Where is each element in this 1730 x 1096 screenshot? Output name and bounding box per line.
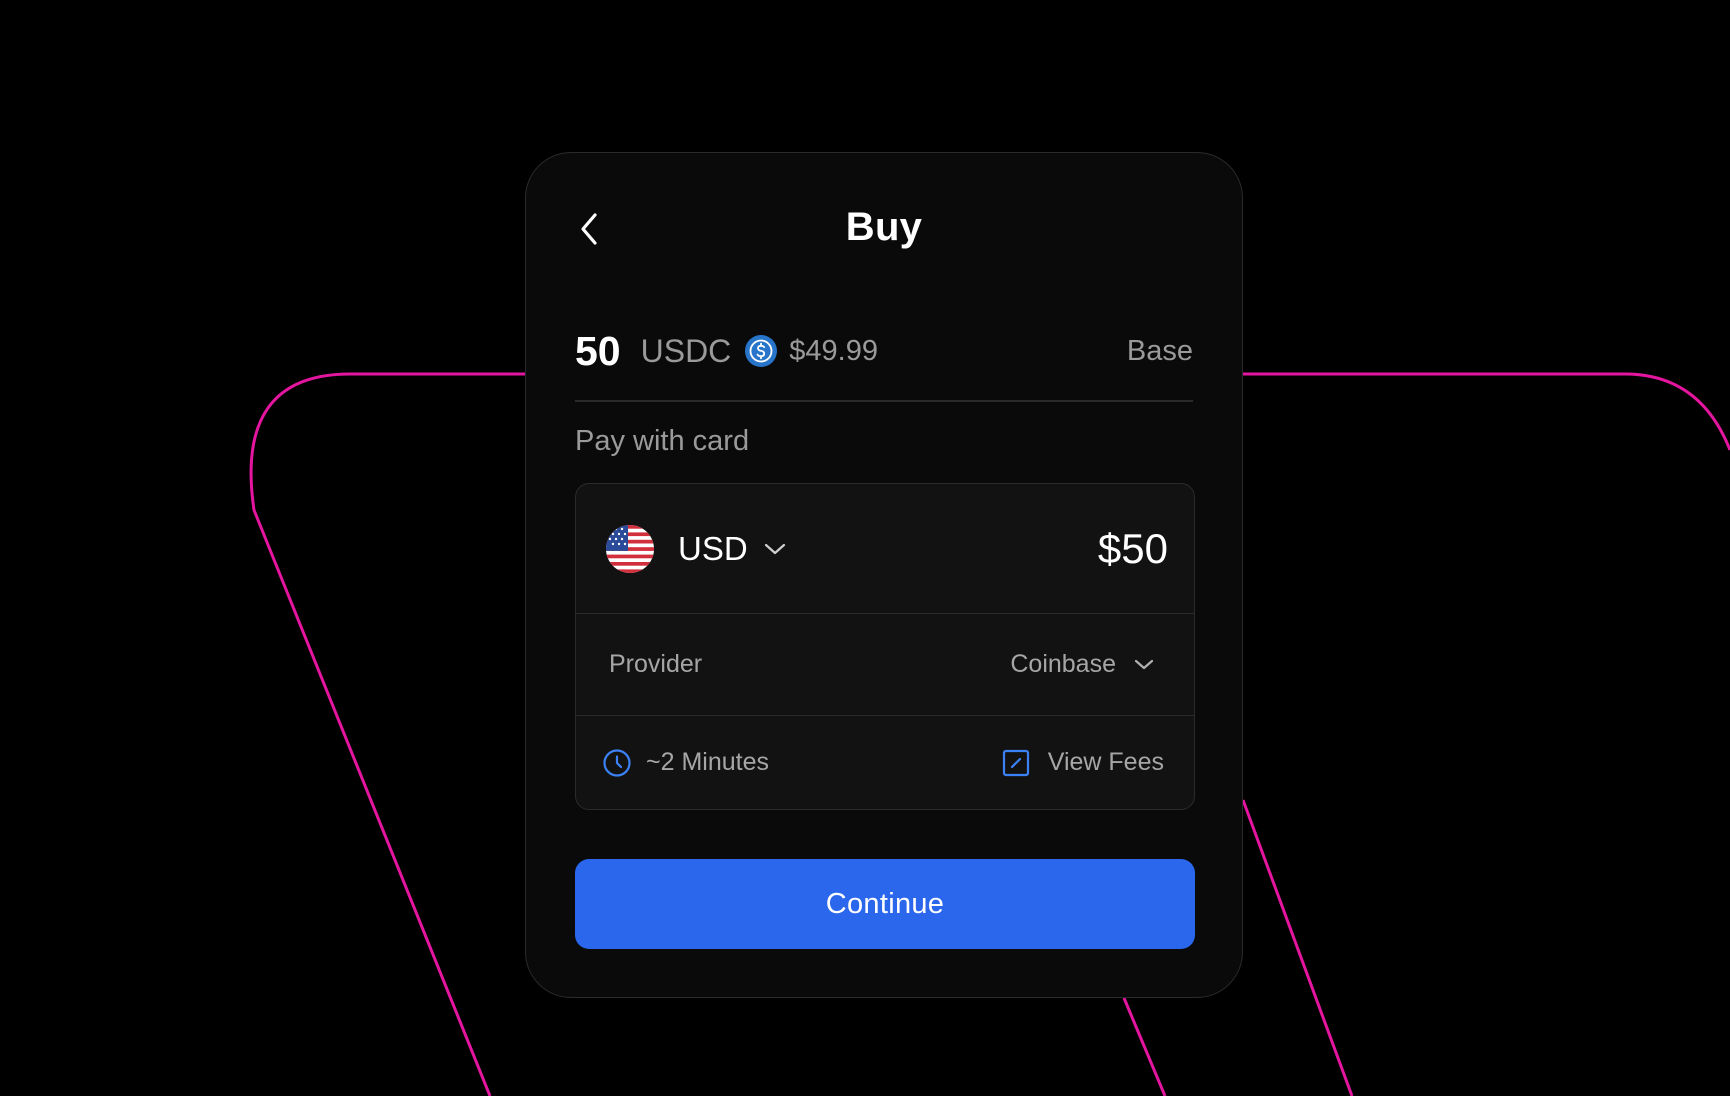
currency-code: USD [678, 529, 748, 567]
view-fees-label: View Fees [1047, 748, 1164, 776]
provider-value: Coinbase [1010, 650, 1116, 678]
fiat-equivalent: $49.99 [789, 334, 878, 367]
clock-icon [603, 748, 631, 777]
chevron-down-icon [764, 543, 785, 554]
usdc-coin-icon [745, 335, 778, 367]
info-row: ~2 Minutes View Fees [576, 716, 1194, 809]
token-symbol: USDC [640, 332, 732, 369]
page-title: Buy [845, 205, 923, 249]
token-amount: 50 [575, 327, 621, 374]
continue-button[interactable]: Continue [575, 859, 1195, 949]
provider-label: Provider [609, 650, 703, 678]
chevron-down-icon [1134, 659, 1154, 670]
pay-with-card-label: Pay with card [575, 425, 750, 457]
currency-selector[interactable]: USD [678, 530, 786, 568]
purchase-summary: 50 USDC $49.99 Base [575, 321, 1193, 381]
buy-dialog: Buy 50 USDC $49.99 Base Pay with card US… [525, 152, 1243, 998]
provider-selector[interactable]: Coinbase [1010, 650, 1154, 679]
view-fees-link[interactable]: View Fees [1002, 748, 1164, 777]
currency-row: USD $50 [576, 484, 1194, 614]
payment-details-box: USD $50 Provider Coinbase ~2 Minutes Vie… [575, 483, 1195, 810]
provider-row: Provider Coinbase [576, 614, 1194, 716]
fiat-amount-input[interactable]: $50 [1098, 525, 1168, 573]
external-link-box-icon [1002, 749, 1029, 776]
divider [575, 400, 1193, 402]
us-flag-icon [606, 524, 654, 573]
network-label: Base [1126, 334, 1193, 367]
estimated-time: ~2 Minutes [646, 748, 769, 776]
